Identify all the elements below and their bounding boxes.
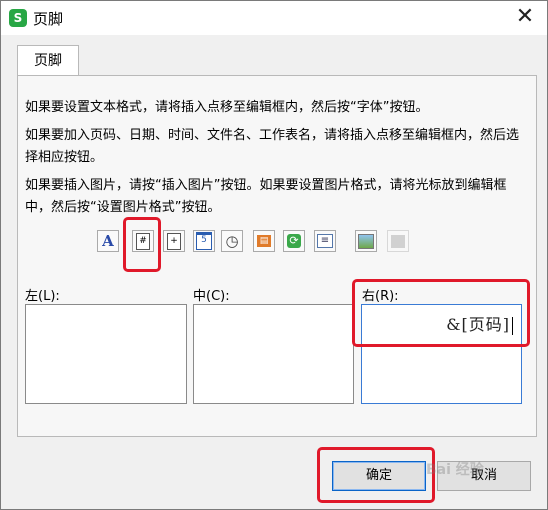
format-picture-button[interactable] <box>387 230 409 252</box>
cancel-button[interactable]: 取消 <box>437 461 531 491</box>
total-pages-button[interactable]: + <box>163 230 185 252</box>
left-section-label: 左(L): <box>25 289 60 304</box>
wps-app-icon: S <box>9 9 27 27</box>
left-section-field[interactable] <box>25 304 190 407</box>
center-section-field[interactable] <box>193 304 357 407</box>
insert-picture-icon <box>358 233 374 249</box>
page-footer-dialog: S 页脚 ✕ 页脚 如果要设置文本格式，请将插入点移至编辑框内，然后按“字体”按… <box>0 0 548 510</box>
insert-picture-button[interactable] <box>355 230 377 252</box>
total-pages-icon: + <box>167 232 181 250</box>
center-section-label: 中(C): <box>193 289 230 304</box>
font-icon: A <box>102 232 114 250</box>
filename-icon: ⟳ <box>287 234 301 248</box>
highlight-right-section <box>352 279 530 347</box>
title-bar: S 页脚 ✕ <box>1 1 547 35</box>
center-section-input[interactable] <box>194 305 357 407</box>
date-button[interactable]: 5 <box>193 230 215 252</box>
dialog-title: 页脚 <box>33 10 64 28</box>
highlight-page-number <box>123 217 161 272</box>
instruction-insert-fields: 如果要加入页码、日期、时间、文件名、工作表名，请将插入点移至编辑框内，然后选择相… <box>25 128 520 165</box>
left-section-input[interactable] <box>26 305 190 407</box>
date-icon: 5 <box>196 232 212 250</box>
tab-footer[interactable]: 页脚 <box>17 45 79 76</box>
filename-button[interactable]: ⟳ <box>283 230 305 252</box>
file-path-icon: ▤ <box>257 235 271 247</box>
instruction-format-text: 如果要设置文本格式，请将插入点移至编辑框内，然后按“字体”按钮。 <box>25 100 429 115</box>
sheet-name-icon: ≡ <box>317 234 333 248</box>
format-picture-icon <box>391 234 405 248</box>
close-icon[interactable]: ✕ <box>513 5 537 29</box>
sheet-name-button[interactable]: ≡ <box>314 230 336 252</box>
file-path-button[interactable]: ▤ <box>253 230 275 252</box>
highlight-ok-button <box>317 447 435 503</box>
time-icon: ◷ <box>225 232 239 250</box>
font-button[interactable]: A <box>97 230 119 252</box>
instruction-insert-picture: 如果要插入图片，请按“插入图片”按钮。如果要设置图片格式，请将光标放到编辑框中，… <box>25 178 507 215</box>
time-button[interactable]: ◷ <box>221 230 243 252</box>
